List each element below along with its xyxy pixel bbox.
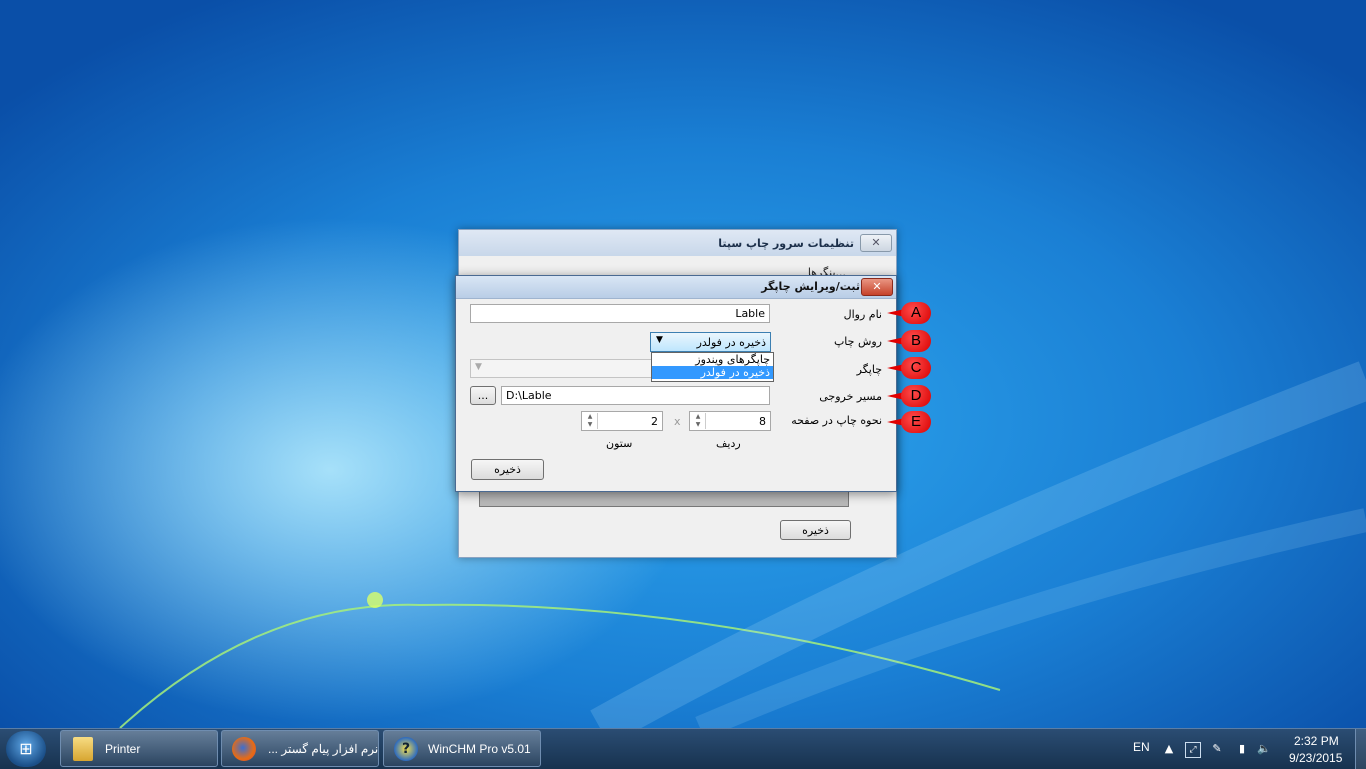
taskbar-item-printer[interactable]: Printer [60, 730, 218, 767]
columns-value: 2 [651, 415, 658, 428]
volume-icon[interactable]: 🔈 [1257, 742, 1271, 756]
print-method-dropdown-list: چاپگرهای ویندوز ذخیره در فولدر [651, 352, 774, 382]
routine-name-label: نام روال [843, 308, 882, 321]
taskbar: ⊞ Printer نرم افزار پیام گستر ... ? WinC… [0, 728, 1366, 769]
tray-pen-icon[interactable]: ✎ [1210, 742, 1224, 756]
page-layout-label: نحوه چاپ در صفحه [791, 414, 882, 427]
dropdown-arrow-icon: ▼ [475, 362, 482, 372]
callout-marker-c: C [887, 357, 931, 379]
print-method-select[interactable]: ذخیره در فولدر ▼ [650, 332, 771, 352]
show-hidden-icons-icon[interactable]: ▲ [1162, 742, 1176, 756]
back-window-list-area [479, 491, 849, 507]
dropdown-option-windows-printers[interactable]: چاپگرهای ویندوز [652, 353, 773, 366]
print-method-value: ذخیره در فولدر [696, 336, 766, 349]
taskbar-item-winchm[interactable]: ? WinCHM Pro v5.01 [383, 730, 541, 767]
dialog-save-button[interactable]: ذخیره [471, 459, 544, 480]
dialog-close-button[interactable]: ✕ [861, 278, 893, 296]
firefox-icon [232, 737, 256, 761]
dropdown-option-save-to-folder[interactable]: ذخیره در فولدر [652, 366, 773, 379]
rows-value: 8 [759, 415, 766, 428]
rows-label: ردیف [716, 437, 741, 450]
rows-stepper[interactable]: ▲ ▼ 8 [689, 411, 771, 431]
rows-stepper-arrows-icon[interactable]: ▲ ▼ [691, 413, 706, 429]
print-method-label: روش چاپ [833, 335, 882, 348]
routine-name-input[interactable] [470, 304, 770, 323]
network-icon[interactable]: ▮ [1235, 742, 1249, 756]
folder-icon [73, 737, 93, 761]
show-desktop-button[interactable] [1355, 729, 1366, 769]
output-path-label: مسیر خروجی [819, 390, 882, 403]
columns-stepper[interactable]: ▲ ▼ 2 [581, 411, 663, 431]
times-separator: x [674, 415, 681, 428]
printer-label: چاپگر [856, 363, 882, 376]
output-path-input[interactable] [501, 386, 770, 405]
back-window-titlebar[interactable]: تنظیمات سرور چاپ سپتا ✕ [459, 230, 896, 256]
columns-stepper-arrows-icon[interactable]: ▲ ▼ [583, 413, 598, 429]
taskbar-item-firefox[interactable]: نرم افزار پیام گستر ... [221, 730, 379, 767]
back-window-close-button[interactable]: ✕ [860, 234, 892, 252]
clock-date[interactable]: 9/23/2015 [1289, 751, 1342, 765]
winchm-icon: ? [394, 737, 418, 761]
windows-logo-icon: ⊞ [19, 741, 33, 758]
start-button[interactable]: ⊞ [6, 731, 46, 767]
clock-time[interactable]: 2:32 PM [1294, 734, 1339, 748]
columns-label: ستون [606, 437, 633, 450]
dropdown-arrow-icon: ▼ [656, 335, 663, 345]
callout-marker-a: A [887, 302, 931, 324]
tray-app-icon[interactable]: ⤢ [1185, 742, 1201, 758]
callout-marker-e: E [887, 411, 931, 433]
register-edit-printer-dialog: ثبت/ویرایش چاپگر ✕ نام روال ذخیره در فول… [455, 275, 897, 492]
back-window-save-button[interactable]: ذخیره [780, 520, 851, 540]
dialog-titlebar[interactable]: ثبت/ویرایش چاپگر ✕ [456, 276, 896, 299]
dialog-title: ثبت/ویرایش چاپگر [761, 280, 860, 293]
callout-marker-b: B [887, 330, 931, 352]
back-window-title: تنظیمات سرور چاپ سپتا [718, 237, 854, 250]
callout-marker-d: D [887, 385, 931, 407]
browse-button[interactable]: ... [470, 386, 496, 405]
language-indicator[interactable]: EN [1133, 740, 1150, 754]
